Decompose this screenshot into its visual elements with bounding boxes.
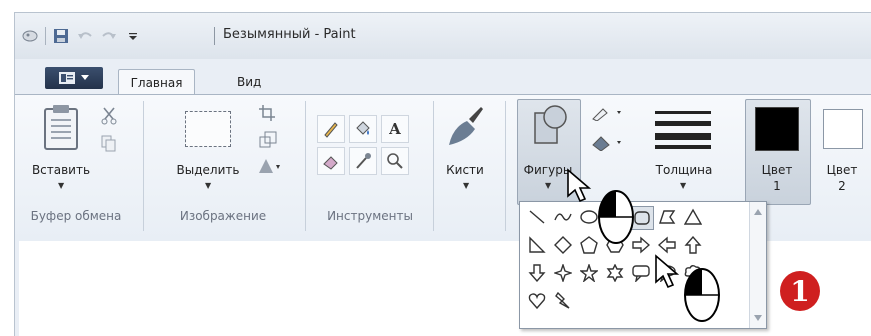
left-arrow-shape-icon[interactable] (656, 234, 678, 256)
polygon-shape-icon[interactable] (656, 206, 678, 228)
paint-app-icon[interactable] (21, 27, 39, 45)
tools-grid: A (317, 115, 409, 175)
color-picker-icon[interactable] (349, 147, 377, 175)
mouse-left-click-icon (598, 190, 634, 244)
color2-swatch[interactable] (823, 109, 863, 149)
gallery-scrollbar[interactable] (749, 202, 766, 328)
color2-label[interactable]: Цвет (815, 163, 869, 177)
fill-icon[interactable] (349, 115, 377, 143)
brush-icon[interactable] (445, 105, 485, 151)
tab-home[interactable]: Главная (118, 69, 195, 96)
copy-icon[interactable] (101, 135, 117, 153)
paste-icon[interactable] (43, 105, 79, 151)
brushes-button-label[interactable]: Кисти (441, 163, 489, 177)
outline-icon[interactable] (591, 105, 623, 121)
paint-menu-button[interactable] (45, 67, 103, 89)
mouse-left-click-icon (684, 268, 720, 322)
cut-icon[interactable] (101, 107, 117, 125)
right-triangle-shape-icon[interactable] (526, 234, 548, 256)
down-arrow-shape-icon[interactable] (526, 262, 548, 284)
undo-icon[interactable] (76, 27, 94, 45)
text-icon[interactable]: A (381, 115, 409, 143)
qat-separator (45, 27, 46, 45)
diamond-shape-icon[interactable] (552, 234, 574, 256)
shapes-icon[interactable] (529, 103, 569, 151)
group-divider (143, 101, 144, 231)
triangle-shape-icon[interactable] (682, 206, 704, 228)
ribbon-tabs: Главная Вид (15, 63, 871, 96)
lightning-shape-icon[interactable] (552, 290, 574, 312)
group-divider (433, 101, 434, 231)
title-separator (214, 27, 215, 45)
step-number-badge: 1 (780, 271, 820, 311)
crop-icon[interactable] (259, 105, 275, 121)
shapes-dropdown-icon[interactable]: ▼ (545, 181, 551, 190)
line-shape-icon[interactable] (526, 206, 548, 228)
paste-button-label[interactable]: Вставить (31, 163, 91, 177)
eraser-icon[interactable] (317, 147, 345, 175)
title-bar: Безымянный - Paint (15, 13, 871, 59)
save-icon[interactable] (52, 27, 70, 45)
quick-access-toolbar (21, 25, 142, 47)
rounded-callout-shape-icon[interactable] (630, 262, 652, 284)
tab-view[interactable]: Вид (225, 69, 273, 95)
six-point-star-shape-icon[interactable] (604, 262, 626, 284)
brushes-dropdown-icon[interactable]: ▼ (463, 181, 469, 190)
canvas-border (15, 241, 19, 336)
chevron-down-icon (81, 75, 89, 80)
paste-dropdown-icon[interactable]: ▼ (58, 181, 64, 190)
redo-icon[interactable] (100, 27, 118, 45)
thickness-dropdown-icon[interactable]: ▼ (680, 181, 686, 190)
color1-swatch[interactable] (755, 107, 799, 151)
shapes-gallery (519, 201, 767, 329)
rotate-icon[interactable] (257, 157, 281, 175)
scroll-up-icon[interactable] (753, 208, 763, 216)
resize-icon[interactable] (259, 131, 277, 149)
four-point-star-shape-icon[interactable] (552, 262, 574, 284)
menu-icon (59, 72, 75, 84)
color1-number: 1 (773, 179, 781, 193)
shape-fill-icon[interactable] (591, 135, 623, 151)
qat-customize-icon[interactable] (124, 27, 142, 45)
five-point-star-shape-icon[interactable] (578, 262, 600, 284)
thickness-button-label[interactable]: Толщина (641, 163, 727, 177)
group-divider (305, 101, 306, 231)
select-button-label[interactable]: Выделить (171, 163, 245, 177)
pencil-icon[interactable] (317, 115, 345, 143)
image-group-label: Изображение (179, 209, 267, 223)
select-dropdown-icon[interactable]: ▼ (205, 181, 211, 190)
magnifier-icon[interactable] (381, 147, 409, 175)
up-arrow-shape-icon[interactable] (682, 234, 704, 256)
tools-group-label: Инструменты (327, 209, 413, 223)
select-icon[interactable] (185, 111, 231, 147)
thickness-icon[interactable] (655, 109, 711, 151)
color2-number: 2 (838, 179, 846, 193)
window-title: Безымянный - Paint (223, 27, 356, 42)
scroll-down-icon[interactable] (753, 314, 763, 322)
heart-shape-icon[interactable] (526, 290, 548, 312)
group-divider (505, 101, 506, 231)
clipboard-group-label: Буфер обмена (30, 209, 122, 223)
color1-label[interactable]: Цвет (745, 163, 809, 177)
curve-shape-icon[interactable] (552, 206, 574, 228)
